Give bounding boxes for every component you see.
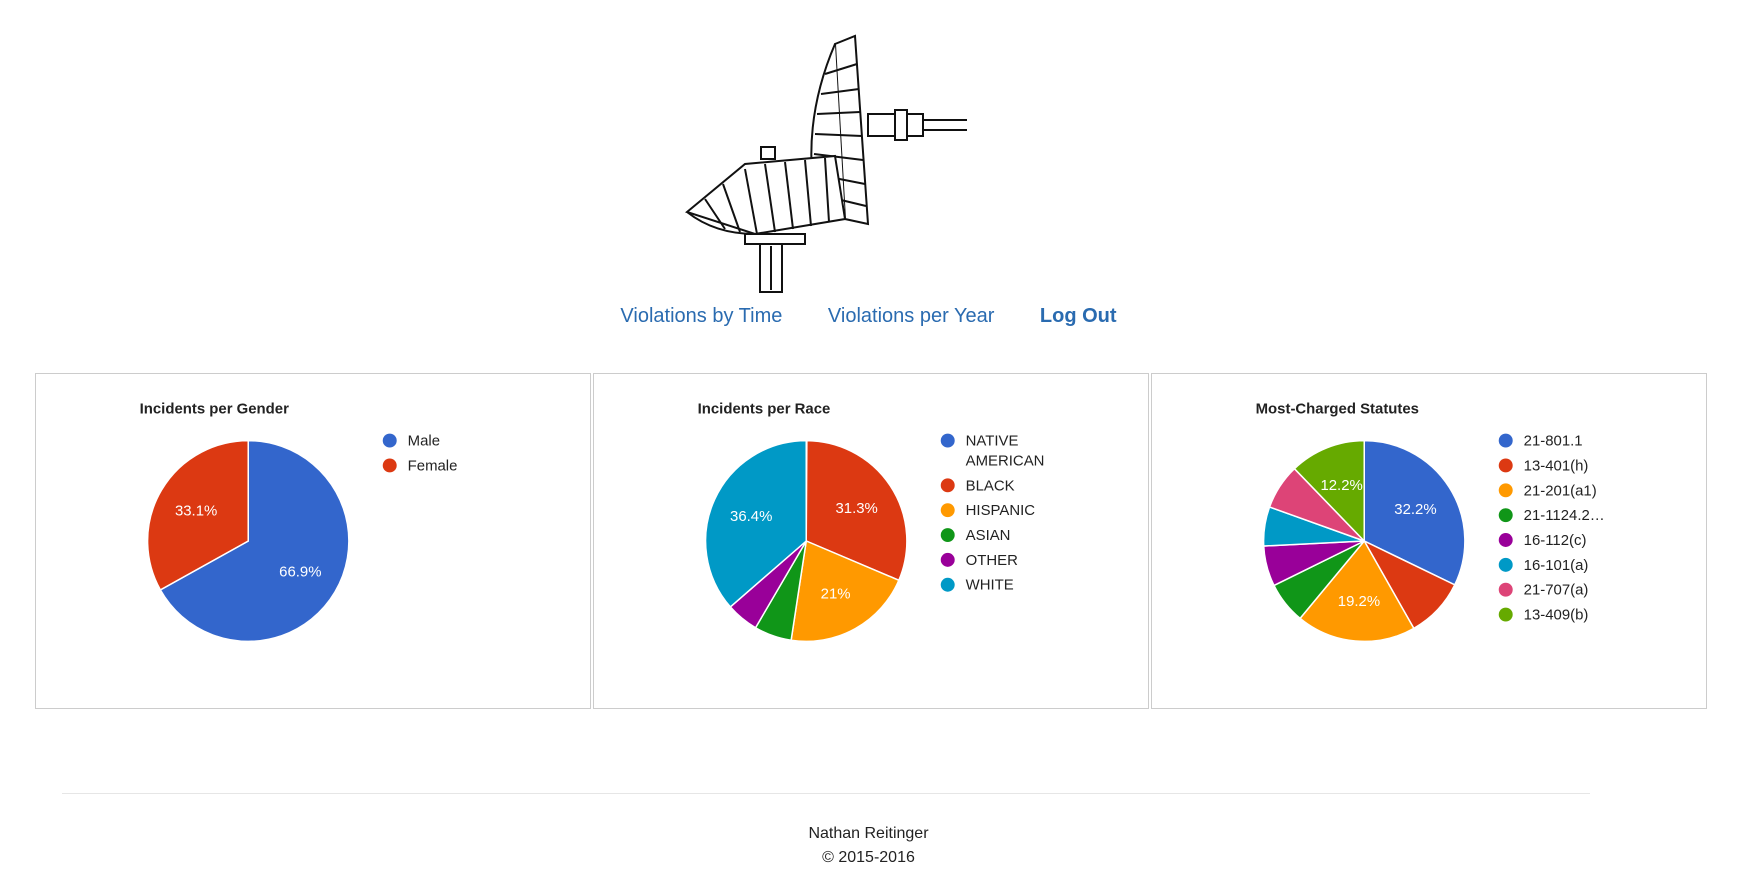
race-pie-chart: Incidents per Race 31.3% 21% 36.4% NATIVE AME…	[698, 401, 1045, 643]
gender-pie-chart: Incidents per Gender 66.9% 33.1% Male Female	[140, 401, 458, 643]
chart-title: Most-Charged Statutes	[1256, 401, 1419, 418]
legend-swatch	[1498, 433, 1513, 448]
legend-swatch	[382, 458, 397, 473]
footer: Nathan Reitinger © 2015-2016	[0, 822, 1737, 870]
chart-panel-race: Incidents per Race 31.3% 21% 36.4% NATIVE AME…	[593, 373, 1149, 709]
slice-label-13-409-b: 12.2%	[1320, 477, 1362, 494]
legend-swatch	[940, 433, 955, 448]
legend-swatch	[940, 577, 955, 592]
footer-copyright: © 2015-2016	[822, 849, 915, 866]
legend-item-13-401-h: 13-401(h)	[1524, 457, 1589, 474]
legend-item-13-409-b: 13-409(b)	[1524, 607, 1589, 624]
legend-swatch	[1498, 483, 1513, 498]
legend-swatch	[940, 528, 955, 542]
charts-row: Incidents per Gender 66.9% 33.1% Male Female…	[35, 373, 1707, 709]
slice-label-hispanic: 21%	[821, 586, 851, 603]
legend-item-native-american: NATIVE AMERICAN	[966, 433, 1045, 470]
legend-item-hispanic: HISPANIC	[966, 502, 1036, 519]
legend-swatch	[1498, 557, 1513, 572]
legend-item-16-112-c: 16-112(c)	[1524, 532, 1587, 549]
legend-swatch	[382, 433, 397, 448]
legend-swatch	[1498, 508, 1513, 523]
legend-swatch	[1498, 607, 1513, 622]
chart-panel-statutes: Most-Charged Statutes 32.2% 19.2% 12.2% 21-8…	[1151, 373, 1707, 709]
legend-item-white: WHITE	[966, 577, 1014, 594]
legend-swatch	[940, 552, 955, 567]
legend-item-21-1124-2: 21-1124.2…	[1524, 507, 1605, 524]
slice-label-male: 66.9%	[279, 564, 321, 581]
nav-link-violations-per-year[interactable]: Violations per Year	[828, 305, 994, 327]
chart-title: Incidents per Gender	[140, 401, 289, 418]
legend-item-female: Female	[408, 457, 458, 474]
footer-author: Nathan Reitinger	[808, 825, 929, 842]
slice-label-white: 36.4%	[730, 508, 772, 525]
legend-item-other: OTHER	[966, 552, 1018, 569]
legend-swatch	[940, 503, 955, 518]
legend-swatch	[1498, 533, 1513, 547]
chart-panel-gender: Incidents per Gender 66.9% 33.1% Male Female	[35, 373, 591, 709]
slice-label-21-201-a1: 19.2%	[1338, 593, 1380, 610]
legend-item-asian: ASIAN	[966, 527, 1011, 544]
legend-swatch	[1498, 582, 1513, 597]
nav-link-violations-by-time[interactable]: Violations by Time	[620, 305, 782, 327]
legend-swatch	[1498, 458, 1513, 473]
slice-label-black: 31.3%	[835, 500, 877, 517]
satellite-dish-icon	[685, 34, 967, 293]
statutes-pie-chart: Most-Charged Statutes 32.2% 19.2% 12.2% 21-8…	[1256, 401, 1605, 643]
legend-item-black: BLACK	[966, 477, 1015, 494]
footer-divider	[62, 793, 1590, 794]
main-nav: Violations by Time Violations per Year L…	[0, 305, 1737, 328]
legend-item-21-801-1: 21-801.1	[1524, 433, 1583, 450]
legend-swatch	[940, 478, 955, 493]
legend-item-21-707-a: 21-707(a)	[1524, 582, 1589, 599]
legend-item-21-201-a1: 21-201(a1)	[1524, 482, 1597, 499]
slice-label-female: 33.1%	[175, 502, 217, 519]
page: Violations by Time Violations per Year L…	[0, 0, 1737, 881]
chart-title: Incidents per Race	[698, 401, 831, 418]
slice-label-21-801-1: 32.2%	[1394, 501, 1436, 518]
legend-item-16-101-a: 16-101(a)	[1524, 557, 1589, 574]
legend-item-male: Male	[408, 433, 440, 450]
logout-link[interactable]: Log Out	[1040, 305, 1117, 327]
